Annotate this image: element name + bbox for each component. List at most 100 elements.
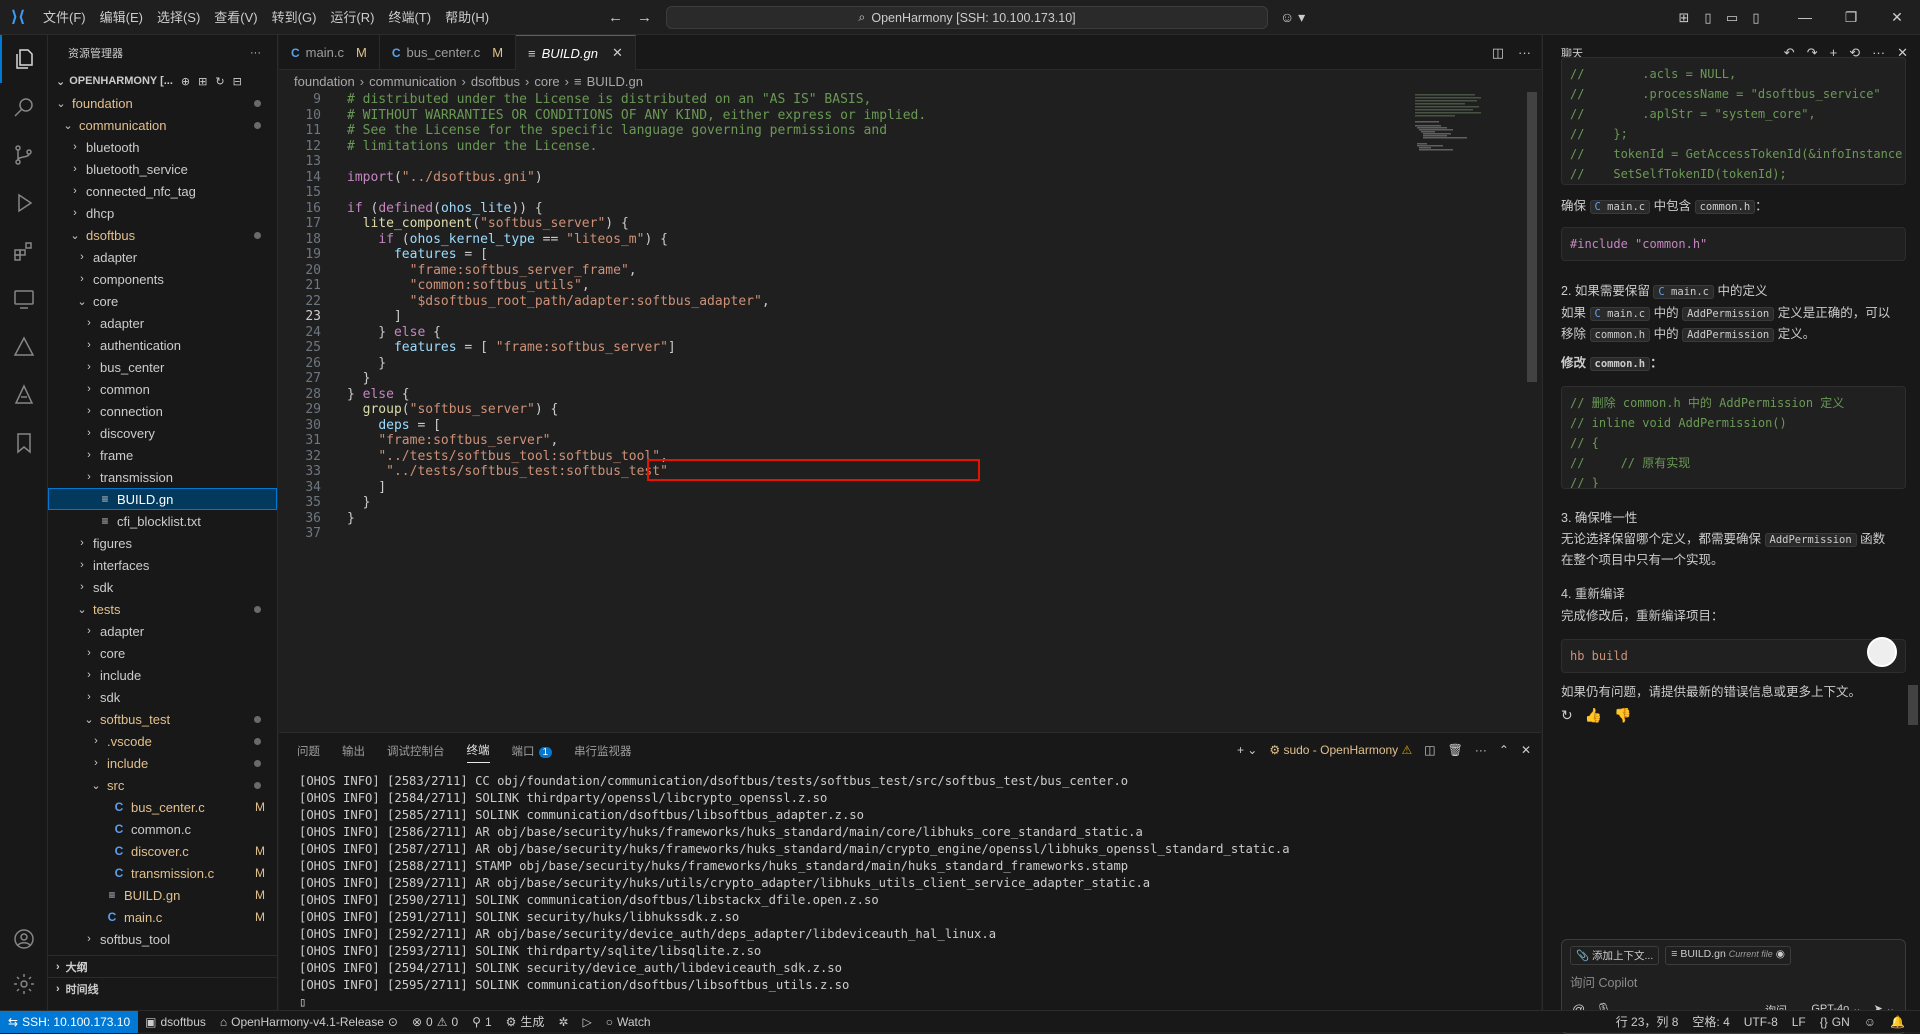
close-tab-icon[interactable]: ✕ xyxy=(612,45,623,61)
menu-item[interactable]: 查看(V) xyxy=(207,0,264,35)
code-line[interactable]: } xyxy=(347,511,355,526)
folder-item[interactable]: ⌄ communication xyxy=(48,114,277,136)
code-line[interactable]: ] xyxy=(347,480,386,495)
folder-item[interactable]: › adapter xyxy=(48,620,277,642)
folder-item[interactable]: › connected_nfc_tag xyxy=(48,180,277,202)
watch-button[interactable]: ○ Watch xyxy=(599,1015,658,1029)
tab-main-c[interactable]: C main.c M xyxy=(279,35,380,70)
encoding[interactable]: UTF-8 xyxy=(1737,1013,1785,1030)
explorer-actions-icon[interactable]: ⊕⊞↻⊟ xyxy=(181,75,250,88)
code-line[interactable]: deps = [ xyxy=(347,418,441,433)
folder-item[interactable]: › authentication xyxy=(48,334,277,356)
indentation[interactable]: 空格: 4 xyxy=(1685,1013,1736,1030)
forward-arrow-icon[interactable]: → xyxy=(637,0,652,35)
breadcrumb-item[interactable]: communication xyxy=(369,74,456,89)
code-line[interactable]: "../tests/softbus_test:softbus_test" xyxy=(347,464,668,479)
menu-item[interactable]: 帮助(H) xyxy=(438,0,496,35)
chat-scrollbar[interactable] xyxy=(1908,685,1918,725)
folder-item[interactable]: › include xyxy=(48,752,277,774)
search-icon[interactable] xyxy=(0,83,48,131)
code-line[interactable]: import("../dsoftbus.gni") xyxy=(347,170,543,185)
folder-item[interactable]: › interfaces xyxy=(48,554,277,576)
branch-indicator[interactable]: ⌂ OpenHarmony-v4.1-Release ⊙ xyxy=(213,1015,405,1029)
breadcrumb-item[interactable]: dsoftbus xyxy=(471,74,520,89)
file-item[interactable]: Ccommon.c xyxy=(48,818,277,840)
folder-item[interactable]: › .vscode xyxy=(48,730,277,752)
account-icon[interactable] xyxy=(0,915,48,963)
menu-item[interactable]: 转到(G) xyxy=(265,0,324,35)
editor-scrollbar[interactable] xyxy=(1527,92,1537,382)
code-line[interactable]: # distributed under the License is distr… xyxy=(347,92,871,107)
toggle-secondary-sidebar-icon[interactable]: ▯ xyxy=(1744,10,1768,26)
folder-item[interactable]: › frame xyxy=(48,444,277,466)
command-center[interactable]: ⌕ OpenHarmony [SSH: 10.100.173.10] xyxy=(666,6,1268,29)
terminal-name[interactable]: ⚙ sudo - OpenHarmony ⚠ xyxy=(1269,733,1412,768)
source-control-icon[interactable] xyxy=(0,131,48,179)
code-line[interactable]: } xyxy=(347,371,371,386)
code-line[interactable]: "common:softbus_utils", xyxy=(347,278,590,293)
folder-item[interactable]: › discovery xyxy=(48,422,277,444)
tab-terminal[interactable]: 终端 xyxy=(466,738,490,763)
tab-ports[interactable]: 端口 1 xyxy=(512,739,553,763)
explorer-icon[interactable] xyxy=(0,35,48,83)
more-actions-icon[interactable]: ··· xyxy=(250,47,261,59)
folder-item[interactable]: › dhcp xyxy=(48,202,277,224)
code-line[interactable]: # limitations under the License. xyxy=(347,139,597,154)
code-editor[interactable]: 9 # distributed under the License is dist… xyxy=(279,92,1541,732)
code-line[interactable]: "$dsoftbus_root_path/adapter:softbus_ada… xyxy=(347,294,770,309)
ports-indicator[interactable]: ⚲ 1 xyxy=(465,1015,498,1029)
code-line[interactable]: lite_component("softbus_server") { xyxy=(347,216,629,231)
remote-indicator[interactable]: ⇆ SSH: 10.100.173.10 xyxy=(0,1010,139,1033)
more-actions-icon[interactable]: ··· xyxy=(1518,35,1531,70)
file-reference[interactable]: C main.c xyxy=(1653,285,1714,299)
code-line[interactable]: "../tests/softbus_tool:softbus_tool", xyxy=(347,449,668,464)
run-debug-icon[interactable] xyxy=(0,179,48,227)
split-terminal-icon[interactable]: ◫ xyxy=(1424,733,1435,768)
folder-item[interactable]: ⌄ src xyxy=(48,774,277,796)
cursor-position[interactable]: 行 23，列 8 xyxy=(1609,1013,1686,1030)
file-item[interactable]: Cbus_center.c M xyxy=(48,796,277,818)
menu-item[interactable]: 终端(T) xyxy=(381,0,438,35)
timeline-section[interactable]: › 时间线 xyxy=(48,977,277,999)
split-editor-icon[interactable]: ◫ xyxy=(1492,35,1504,70)
close-window-icon[interactable]: ✕ xyxy=(1874,9,1920,26)
folder-item[interactable]: ⌄ tests xyxy=(48,598,277,620)
folder-item[interactable]: ⌄ softbus_test xyxy=(48,708,277,730)
build-button[interactable]: ⚙ 生成 xyxy=(499,1013,552,1030)
file-item[interactable]: Cdiscover.c M xyxy=(48,840,277,862)
code-line[interactable]: "frame:softbus_server", xyxy=(347,433,558,448)
code-line[interactable]: group("softbus_server") { xyxy=(347,402,559,417)
code-line[interactable]: # WITHOUT WARRANTIES OR CONDITIONS OF AN… xyxy=(347,108,926,123)
file-reference[interactable]: C main.c xyxy=(1589,307,1651,321)
problems-indicator[interactable]: ⊗ 0 ⚠ 0 xyxy=(405,1015,465,1029)
breadcrumb-item[interactable]: core xyxy=(534,74,559,89)
maximize-panel-icon[interactable]: ⌃ xyxy=(1499,733,1509,768)
code-line[interactable]: # See the License for the specific langu… xyxy=(347,123,887,138)
folder-item[interactable]: › common xyxy=(48,378,277,400)
copilot-icon[interactable]: ☺ ▾ xyxy=(1280,0,1305,35)
code-line[interactable]: } else { xyxy=(347,387,410,402)
close-panel-icon[interactable]: ✕ xyxy=(1521,733,1531,768)
current-file-chip[interactable]: ≡ BUILD.gn Current file ◉ xyxy=(1665,946,1791,965)
kill-terminal-icon[interactable]: 🗑 xyxy=(1448,733,1463,768)
file-item[interactable]: ≡ cfi_blocklist.txt xyxy=(48,510,277,532)
tab-output[interactable]: 输出 xyxy=(342,739,365,763)
deveco-icon[interactable] xyxy=(0,371,48,419)
more-actions-icon[interactable]: ··· xyxy=(1475,733,1487,768)
notifications-icon[interactable]: 🔔 xyxy=(1883,1013,1912,1030)
breadcrumb-item[interactable]: BUILD.gn xyxy=(587,74,643,89)
tab-serial-monitor[interactable]: 串行监视器 xyxy=(574,739,632,763)
code-line[interactable]: } xyxy=(347,495,371,510)
code-line[interactable]: features = [ xyxy=(347,247,488,262)
debug-button[interactable]: ✲ xyxy=(551,1015,575,1029)
folder-indicator[interactable]: ▣ dsoftbus xyxy=(138,1015,213,1029)
code-line[interactable]: if (defined(ohos_lite)) { xyxy=(347,201,543,216)
outline-section[interactable]: › 大纲 xyxy=(48,955,277,977)
file-item[interactable]: Ctransmission.c M xyxy=(48,862,277,884)
tab-bus-center-c[interactable]: C bus_center.c M xyxy=(380,35,517,70)
line-ending[interactable]: LF xyxy=(1785,1013,1813,1030)
minimap[interactable] xyxy=(1413,92,1523,732)
folder-item[interactable]: › softbus_tool xyxy=(48,928,277,950)
settings-gear-icon[interactable] xyxy=(0,960,48,1008)
terminal-output[interactable]: [OHOS INFO] [2583/2711] CC obj/foundatio… xyxy=(299,773,1290,1011)
